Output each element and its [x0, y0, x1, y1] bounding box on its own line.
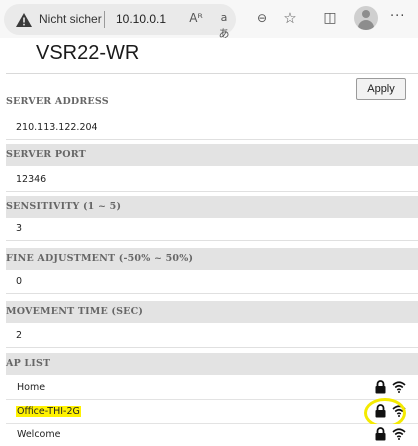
favorite-star-icon[interactable]: ☆ [282, 10, 298, 26]
section-header-fine-adjustment: FINE ADJUSTMENT (-50% ~ 50%) [6, 248, 418, 270]
section-header-server-port: SERVER PORT [6, 144, 418, 166]
avatar-head [362, 10, 370, 18]
wifi-icon [392, 381, 406, 393]
ap-list-item-welcome[interactable]: Welcome [6, 424, 418, 446]
avatar-shoulders [358, 20, 374, 30]
ap-name-highlighted: Office-THI-2G [16, 406, 81, 417]
title-divider [6, 73, 418, 74]
section-label: SENSITIVITY (1 ~ 5) [6, 201, 122, 212]
browser-toolbar: Nicht sicher 10.10.0.1 Aᴿ aあ ⊖ ☆ ◫ ··· [0, 0, 418, 40]
fine-adjustment-value[interactable]: 0 [16, 276, 22, 287]
ap-list-item-office-thi-2g[interactable]: Office-THI-2G [6, 400, 418, 424]
section-label: FINE ADJUSTMENT (-50% ~ 50%) [6, 253, 194, 264]
section-header-movement-time: MOVEMENT TIME (SEC) [6, 301, 418, 323]
translate-icon[interactable]: aあ [216, 10, 232, 40]
section-label: SERVER PORT [6, 149, 86, 160]
section-header-server-address: SERVER ADDRESS [6, 91, 418, 113]
movement-time-value[interactable]: 2 [16, 330, 22, 341]
read-aloud-icon[interactable]: Aᴿ [188, 10, 204, 26]
page-title: VSR22-WR [36, 42, 140, 64]
split-screen-icon[interactable]: ◫ [322, 10, 338, 26]
ap-name: Home [17, 382, 46, 393]
fine-adjustment-field[interactable]: 0 [6, 271, 418, 294]
more-dots-icon[interactable]: ··· [390, 9, 405, 24]
server-port-field[interactable]: 12346 [6, 169, 418, 192]
lock-icon [375, 380, 386, 394]
zoom-icon[interactable]: ⊖ [254, 10, 270, 26]
section-header-sensitivity: SENSITIVITY (1 ~ 5) [6, 196, 418, 218]
security-status-label[interactable]: Nicht sicher [39, 12, 102, 26]
section-label: SERVER ADDRESS [6, 96, 109, 107]
sensitivity-field[interactable]: 3 [6, 218, 418, 241]
section-label: MOVEMENT TIME (SEC) [6, 306, 144, 317]
server-port-value[interactable]: 12346 [16, 174, 46, 185]
lock-icon [375, 427, 386, 441]
profile-avatar-icon[interactable] [354, 6, 378, 30]
section-label: AP LIST [6, 358, 51, 369]
section-header-ap-list: AP LIST [6, 353, 418, 375]
wifi-icon [392, 428, 406, 440]
ap-list-item-home[interactable]: Home [6, 376, 418, 400]
sensitivity-value[interactable]: 3 [16, 223, 22, 234]
server-address-value[interactable]: 210.113.122.204 [16, 122, 98, 133]
movement-time-field[interactable]: 2 [6, 325, 418, 348]
url-text[interactable]: 10.10.0.1 [116, 12, 166, 26]
server-address-field[interactable]: 210.113.122.204 [6, 117, 418, 140]
address-divider [104, 11, 105, 28]
ap-name: Welcome [17, 429, 61, 440]
warning-triangle-icon[interactable] [16, 13, 32, 27]
